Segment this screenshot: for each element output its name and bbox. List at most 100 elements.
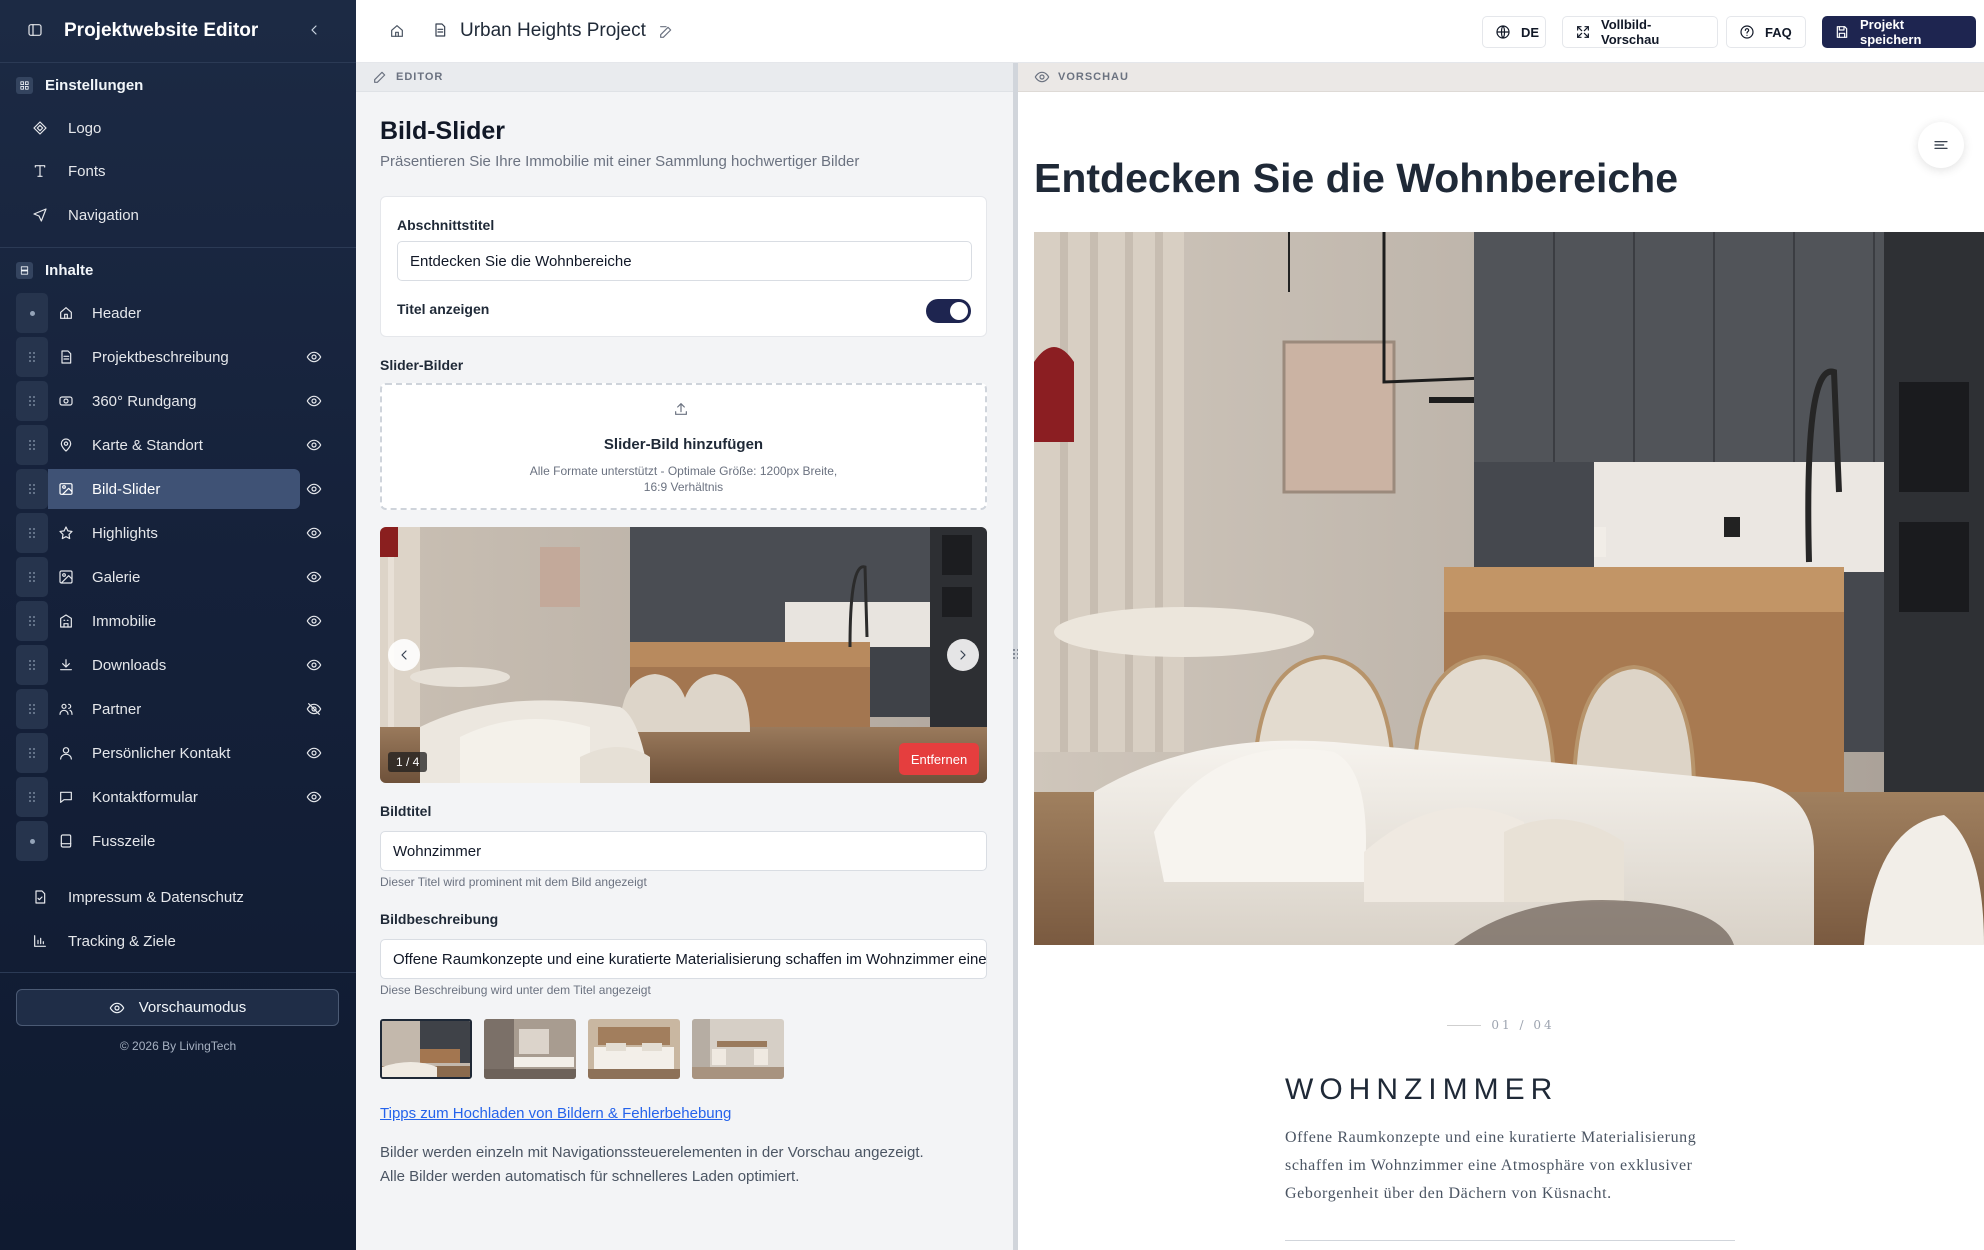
sidebar-item-projektbeschreibung[interactable]: Projektbeschreibung bbox=[16, 337, 332, 377]
eye-icon[interactable] bbox=[306, 789, 322, 805]
sidebar-item-karte-standort[interactable]: Karte & Standort bbox=[16, 425, 332, 465]
eye-icon[interactable] bbox=[306, 349, 322, 365]
drag-handle-icon[interactable] bbox=[16, 513, 48, 553]
sidebar-item-label: Tracking & Ziele bbox=[68, 932, 176, 950]
eye-icon[interactable] bbox=[306, 525, 322, 541]
language-button[interactable]: DE bbox=[1482, 16, 1546, 48]
gallery-icon bbox=[58, 569, 74, 585]
section-subtitle: Präsentieren Sie Ihre Immobilie mit eine… bbox=[380, 153, 860, 170]
eye-icon[interactable] bbox=[306, 481, 322, 497]
section-settings-header: Einstellungen bbox=[16, 73, 143, 97]
sidebar-item-label: Bild-Slider bbox=[92, 480, 161, 498]
slider-info-text: Bilder werden einzeln mit Navigationsste… bbox=[380, 1141, 960, 1189]
remove-image-button[interactable]: Entfernen bbox=[899, 743, 979, 775]
image-description-label: Bildbeschreibung bbox=[380, 911, 499, 927]
panorama-icon bbox=[58, 393, 74, 409]
sidebar-item-360-rundgang[interactable]: 360° Rundgang bbox=[16, 381, 332, 421]
eye-icon[interactable] bbox=[306, 657, 322, 673]
drag-handle-icon[interactable] bbox=[16, 777, 48, 817]
collapse-chevron-icon[interactable] bbox=[306, 22, 322, 38]
home-icon[interactable] bbox=[389, 23, 405, 39]
map-pin-icon bbox=[58, 437, 74, 453]
save-icon bbox=[1834, 24, 1850, 40]
thumbnail-dining[interactable] bbox=[692, 1019, 784, 1079]
drag-handle-icon[interactable] bbox=[16, 337, 48, 377]
drag-handle-icon[interactable] bbox=[16, 381, 48, 421]
section-content-label: Inhalte bbox=[45, 261, 94, 279]
thumbnail-living-room[interactable] bbox=[380, 1019, 472, 1079]
section-settings-label: Einstellungen bbox=[45, 76, 144, 94]
slider-prev-button[interactable] bbox=[388, 639, 420, 671]
sidebar-item-label: Fonts bbox=[68, 162, 106, 180]
slide-counter: 1 / 4 bbox=[388, 752, 428, 772]
image-description-input[interactable]: Offene Raumkonzepte und eine kuratierte … bbox=[380, 939, 987, 979]
drag-handle-icon[interactable] bbox=[16, 425, 48, 465]
preview-label: VORSCHAU bbox=[1058, 71, 1129, 83]
section-title-input[interactable]: Entdecken Sie die Wohnbereiche bbox=[397, 241, 972, 281]
sidebar-item-tracking[interactable]: Tracking & Ziele bbox=[32, 926, 176, 956]
expand-icon bbox=[1575, 24, 1591, 40]
faq-button[interactable]: FAQ bbox=[1726, 16, 1806, 48]
upload-title: Slider-Bild hinzufügen bbox=[603, 436, 764, 453]
sidebar-item-navigation[interactable]: Navigation bbox=[32, 200, 139, 230]
upload-tips-link[interactable]: Tipps zum Hochladen von Bildern & Fehler… bbox=[380, 1105, 731, 1122]
eye-icon[interactable] bbox=[306, 569, 322, 585]
project-name: Urban Heights Project bbox=[460, 20, 646, 41]
thumbnail-bathroom[interactable] bbox=[484, 1019, 576, 1079]
sidebar-panel-icon[interactable] bbox=[27, 22, 43, 38]
sidebar-item-logo[interactable]: Logo bbox=[32, 113, 101, 143]
drag-handle-icon[interactable] bbox=[16, 469, 48, 509]
sidebar-item-persoenlicher-kontakt[interactable]: Persönlicher Kontakt bbox=[16, 733, 332, 773]
grid-icon bbox=[16, 76, 33, 94]
sidebar-item-label: Navigation bbox=[68, 206, 139, 224]
document-icon bbox=[432, 22, 448, 38]
drag-handle-icon[interactable] bbox=[16, 601, 48, 641]
sidebar-divider bbox=[0, 247, 356, 248]
eye-icon[interactable] bbox=[306, 745, 322, 761]
sidebar-item-label: Persönlicher Kontakt bbox=[92, 744, 231, 762]
eye-icon[interactable] bbox=[306, 437, 322, 453]
image-title-input[interactable]: Wohnzimmer bbox=[380, 831, 987, 871]
slider-next-button[interactable] bbox=[947, 639, 979, 671]
sidebar-item-downloads[interactable]: Downloads bbox=[16, 645, 332, 685]
sidebar-item-bild-slider[interactable]: Bild-Slider bbox=[16, 469, 332, 509]
faq-label: FAQ bbox=[1765, 24, 1792, 40]
sidebar-item-label: Immobilie bbox=[92, 612, 157, 630]
sidebar-header: Projektwebsite Editor bbox=[0, 0, 356, 63]
drag-handle-icon[interactable] bbox=[16, 733, 48, 773]
sidebar-item-label: Fusszeile bbox=[92, 832, 156, 850]
show-title-toggle[interactable] bbox=[926, 299, 971, 323]
sidebar-item-highlights[interactable]: Highlights bbox=[16, 513, 332, 553]
fullscreen-preview-button[interactable]: Vollbild-Vorschau bbox=[1562, 16, 1718, 48]
drag-handle-icon[interactable] bbox=[16, 645, 48, 685]
info-line: Alle Bilder werden automatisch für schne… bbox=[380, 1168, 800, 1185]
thumbnail-image bbox=[692, 1019, 784, 1079]
upload-dropzone[interactable]: Slider-Bild hinzufügen Alle Formate unte… bbox=[380, 383, 987, 510]
sidebar-item-partner[interactable]: Partner bbox=[16, 689, 332, 729]
eye-icon[interactable] bbox=[306, 393, 322, 409]
sidebar-item-immobilie[interactable]: Immobilie bbox=[16, 601, 332, 641]
edit-pencil-icon[interactable] bbox=[658, 24, 674, 40]
sidebar-item-impressum[interactable]: Impressum & Datenschutz bbox=[32, 882, 244, 912]
editor-panel: EDITOR Bild-Slider Präsentieren Sie Ihre… bbox=[356, 63, 1013, 1250]
sidebar-item-fusszeile[interactable]: Fusszeile bbox=[16, 821, 332, 861]
sidebar-item-galerie[interactable]: Galerie bbox=[16, 557, 332, 597]
eye-off-icon[interactable] bbox=[306, 701, 322, 717]
type-icon bbox=[32, 163, 48, 179]
sidebar-item-kontaktformular[interactable]: Kontaktformular bbox=[16, 777, 332, 817]
sidebar-item-label: Impressum & Datenschutz bbox=[68, 888, 244, 906]
image-title-label: Bildtitel bbox=[380, 803, 432, 819]
drag-handle-icon[interactable] bbox=[16, 557, 48, 597]
sidebar-item-header[interactable]: Header bbox=[16, 293, 332, 333]
locked-dot-icon bbox=[16, 821, 48, 861]
preview-menu-button[interactable] bbox=[1918, 122, 1964, 168]
navigation-arrow-icon bbox=[32, 207, 48, 223]
preview-mode-button[interactable]: Vorschaumodus bbox=[16, 989, 339, 1026]
save-project-button[interactable]: Projekt speichern bbox=[1822, 16, 1976, 48]
drag-handle-icon[interactable] bbox=[16, 689, 48, 729]
thumbnail-bedroom[interactable] bbox=[588, 1019, 680, 1079]
sidebar-item-fonts[interactable]: Fonts bbox=[32, 156, 106, 186]
copyright: © 2026 By LivingTech bbox=[119, 1039, 237, 1053]
eye-icon[interactable] bbox=[306, 613, 322, 629]
user-icon bbox=[58, 745, 74, 761]
